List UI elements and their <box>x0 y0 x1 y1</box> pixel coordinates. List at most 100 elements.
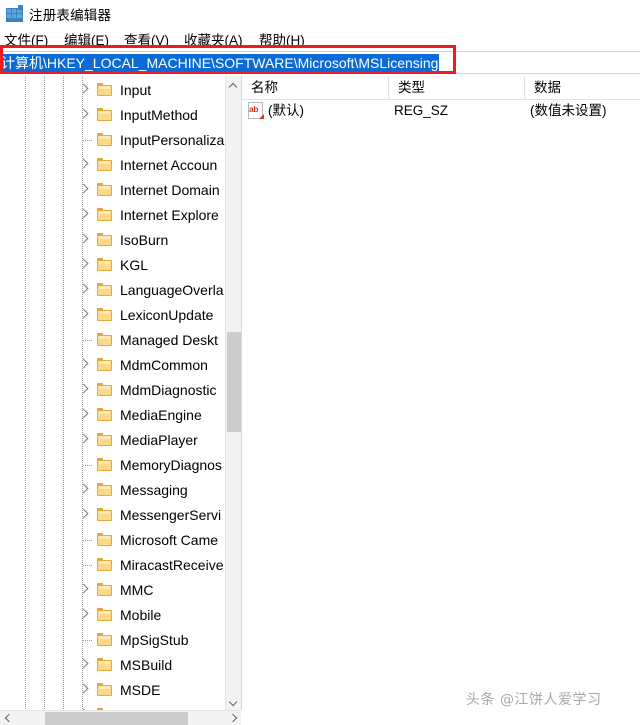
chevron-right-icon[interactable] <box>78 184 90 196</box>
chevron-right-icon[interactable] <box>78 234 90 246</box>
tree-item-label: MessengerServi <box>120 507 222 523</box>
chevron-right-icon[interactable] <box>78 309 90 321</box>
tree-item-inputpersonaliza[interactable]: InputPersonaliza <box>0 128 225 153</box>
tree-item-mediaplayer[interactable]: MediaPlayer <box>0 428 225 453</box>
chevron-right-icon[interactable] <box>78 259 90 271</box>
folder-icon <box>97 483 112 496</box>
tree-item-label: KGL <box>120 257 149 273</box>
value-data: (数值未设置) <box>530 103 607 118</box>
chevron-right-icon[interactable] <box>78 484 90 496</box>
tree-vertical-scrollbar[interactable] <box>225 76 241 710</box>
tree-item-label: Microsoft Came <box>120 532 219 548</box>
address-bar[interactable]: 计算机\HKEY_LOCAL_MACHINE\SOFTWARE\Microsof… <box>0 51 640 75</box>
tree-leaf-connector <box>78 628 92 653</box>
tree-item-label: InputPersonaliza <box>120 132 225 148</box>
tree-item-msbuild[interactable]: MSBuild <box>0 653 225 678</box>
tree-item-msdrm[interactable]: MSDRM <box>0 703 225 710</box>
address-path-text[interactable]: 计算机\HKEY_LOCAL_MACHINE\SOFTWARE\Microsof… <box>0 54 440 73</box>
tree-scrollbar-thumb[interactable] <box>227 332 241 432</box>
value-type: REG_SZ <box>394 103 449 118</box>
scroll-right-arrow-icon[interactable] <box>226 711 241 725</box>
tree-item-label: LexiconUpdate <box>120 307 214 323</box>
folder-icon <box>97 133 112 146</box>
tree-leaf-connector <box>78 528 92 553</box>
tree-item-label: MSDE <box>120 682 161 698</box>
chevron-right-icon[interactable] <box>78 509 90 521</box>
tree-item-inputmethod[interactable]: InputMethod <box>0 103 225 128</box>
tree-item-kgl[interactable]: KGL <box>0 253 225 278</box>
folder-icon <box>97 508 112 521</box>
chevron-right-icon[interactable] <box>78 109 90 121</box>
tree-horizontal-scrollbar[interactable] <box>0 710 241 725</box>
tree-item-label: MdmDiagnostic <box>120 382 217 398</box>
registry-tree-pane[interactable]: Input InputMethod InputPersonaliza Internet… <box>0 76 242 710</box>
scroll-up-arrow-icon[interactable] <box>226 76 241 93</box>
tree-hscrollbar-thumb[interactable] <box>45 712 188 725</box>
address-input[interactable]: 计算机\HKEY_LOCAL_MACHINE\SOFTWARE\Microsof… <box>0 51 640 74</box>
tree-item-miracastreceive[interactable]: MiracastReceive <box>0 553 225 578</box>
chevron-right-icon[interactable] <box>78 684 90 696</box>
chevron-right-icon[interactable] <box>78 434 90 446</box>
tree-item-internet-explore[interactable]: Internet Explore <box>0 203 225 228</box>
chevron-right-icon[interactable] <box>78 159 90 171</box>
tree-item-input[interactable]: Input <box>0 78 225 103</box>
tree-item-internet-domain[interactable]: Internet Domain <box>0 178 225 203</box>
tree-item-internet-accoun[interactable]: Internet Accoun <box>0 153 225 178</box>
folder-icon <box>97 608 112 621</box>
tree-item-msde[interactable]: MSDE <box>0 678 225 703</box>
tree-item-mdmdiagnostic[interactable]: MdmDiagnostic <box>0 378 225 403</box>
tree-item-label: LanguageOverla <box>120 282 224 298</box>
folder-icon <box>97 633 112 646</box>
tree-item-mdmcommon[interactable]: MdmCommon <box>0 353 225 378</box>
menu-favorites[interactable]: 收藏夹(A) <box>184 29 243 49</box>
chevron-right-icon[interactable] <box>78 359 90 371</box>
menu-file[interactable]: 文件(F) <box>4 29 48 49</box>
tree-item-mediaengine[interactable]: MediaEngine <box>0 403 225 428</box>
tree-item-lexiconupdate[interactable]: LexiconUpdate <box>0 303 225 328</box>
tree-leaf-connector <box>78 553 92 578</box>
tree-item-label: MpSigStub <box>120 632 189 648</box>
folder-icon <box>97 583 112 596</box>
tree-item-languageoverla[interactable]: LanguageOverla <box>0 278 225 303</box>
menu-view[interactable]: 查看(V) <box>124 29 169 49</box>
tree-item-label: MediaPlayer <box>120 432 198 448</box>
tree-item-microsoft-came[interactable]: Microsoft Came <box>0 528 225 553</box>
tree-item-label: Internet Explore <box>120 207 219 223</box>
value-name: (默认) <box>268 103 304 118</box>
tree-item-label: Internet Domain <box>120 182 220 198</box>
registry-values-pane[interactable]: 名称 类型 数据 ab (默认) REG_SZ (数值未设置) <box>242 76 640 725</box>
tree-item-label: IsoBurn <box>120 232 169 248</box>
title-bar: 注册表编辑器 <box>0 0 640 27</box>
folder-icon <box>97 333 112 346</box>
tree-item-label: Internet Accoun <box>120 157 218 173</box>
tree-item-mpsigstub[interactable]: MpSigStub <box>0 628 225 653</box>
tree-item-mobile[interactable]: Mobile <box>0 603 225 628</box>
chevron-right-icon[interactable] <box>78 409 90 421</box>
chevron-right-icon[interactable] <box>78 84 90 96</box>
menu-help[interactable]: 帮助(H) <box>259 29 305 49</box>
scroll-left-arrow-icon[interactable] <box>0 711 15 725</box>
menu-edit[interactable]: 编辑(E) <box>64 29 109 49</box>
tree-item-managed-deskt[interactable]: Managed Deskt <box>0 328 225 353</box>
chevron-right-icon[interactable] <box>78 584 90 596</box>
chevron-right-icon[interactable] <box>78 384 90 396</box>
column-header-name[interactable]: 名称 <box>242 76 388 99</box>
tree-leaf-connector <box>78 128 92 153</box>
column-header-type[interactable]: 类型 <box>388 76 524 99</box>
chevron-right-icon[interactable] <box>78 609 90 621</box>
menu-bar: 文件(F) 编辑(E) 查看(V) 收藏夹(A) 帮助(H) <box>0 28 640 49</box>
tree-item-messengerservi[interactable]: MessengerServi <box>0 503 225 528</box>
tree-item-memorydiagnos[interactable]: MemoryDiagnos <box>0 453 225 478</box>
column-header-data[interactable]: 数据 <box>524 76 640 99</box>
chevron-right-icon[interactable] <box>78 659 90 671</box>
chevron-right-icon[interactable] <box>78 209 90 221</box>
folder-icon <box>97 158 112 171</box>
chevron-right-icon[interactable] <box>78 284 90 296</box>
tree-item-isoburn[interactable]: IsoBurn <box>0 228 225 253</box>
value-row[interactable]: ab (默认) REG_SZ (数值未设置) <box>242 100 640 122</box>
scroll-down-arrow-icon[interactable] <box>226 693 241 710</box>
tree-item-messaging[interactable]: Messaging <box>0 478 225 503</box>
tree-item-mmc[interactable]: MMC <box>0 578 225 603</box>
tree-leaf-connector <box>78 453 92 478</box>
folder-icon <box>97 408 112 421</box>
